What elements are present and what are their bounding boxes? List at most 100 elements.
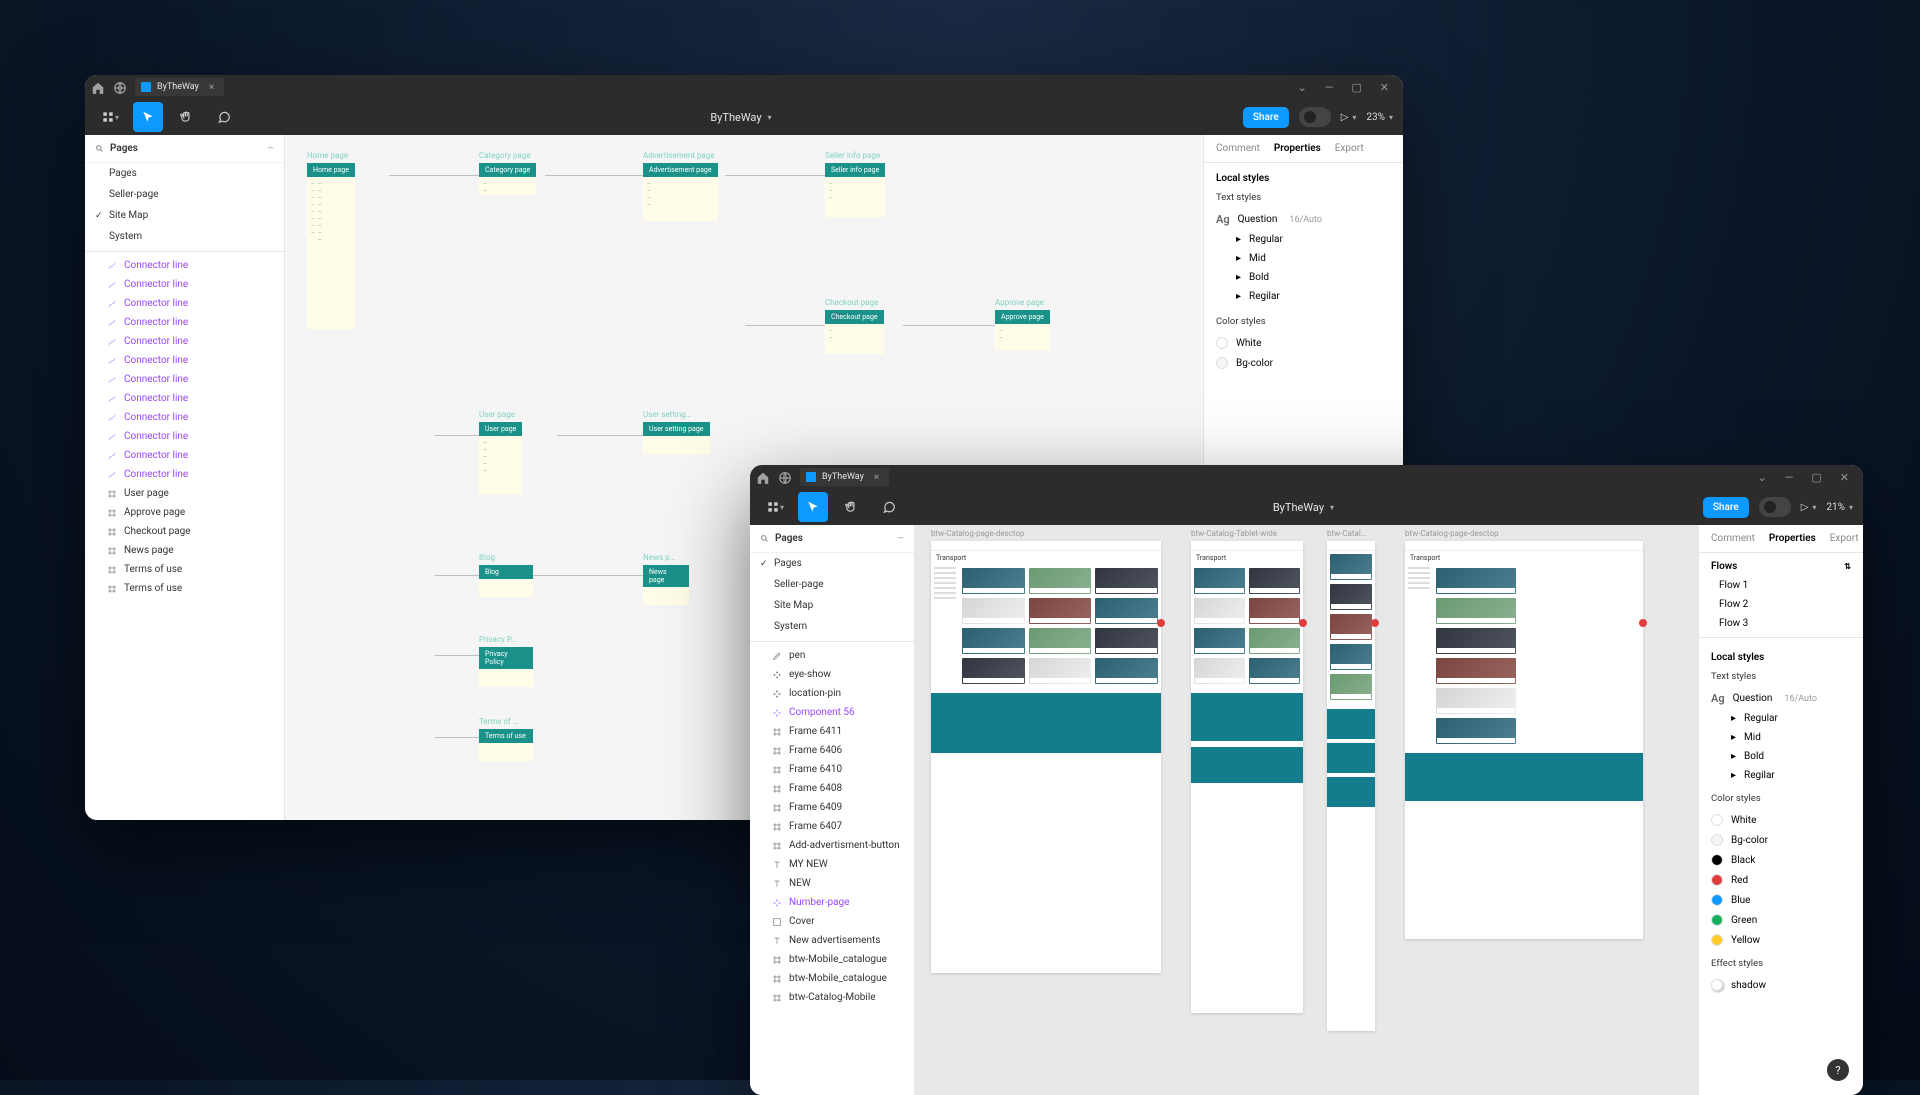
comment-tool-button[interactable]	[209, 102, 239, 132]
card-terms[interactable]: Terms of use	[479, 729, 533, 761]
frame-label-news[interactable]: News p…	[643, 553, 675, 562]
color-style-item[interactable]: Black	[1711, 850, 1851, 870]
sidebar-page[interactable]: Site Map	[85, 205, 284, 226]
card-privacy[interactable]: Privacy Policy	[479, 647, 533, 687]
share-button[interactable]: Share	[1703, 497, 1749, 518]
main-menu-button[interactable]: ▾	[95, 102, 125, 132]
design-frame-desktop[interactable]: Transport	[931, 541, 1161, 973]
card-checkout[interactable]: Checkout page——	[825, 310, 884, 354]
layer-connector-line[interactable]: Connector line	[85, 332, 284, 351]
color-style-item[interactable]: White	[1711, 810, 1851, 830]
sidebar-page[interactable]: System	[85, 226, 284, 247]
layer-item[interactable]: Frame 6411	[750, 722, 914, 741]
card-approve[interactable]: Approve page——	[995, 310, 1050, 350]
layer-item[interactable]: btw-Catalog-Mobile	[750, 988, 914, 1007]
card-settings[interactable]: User setting page	[643, 422, 710, 454]
layer-item[interactable]: btw-Mobile_catalogue	[750, 950, 914, 969]
text-style-question[interactable]: Ag Question 16/Auto	[1216, 209, 1391, 230]
card-category[interactable]: Category page——	[479, 163, 536, 195]
layer-item[interactable]: Frame 6406	[750, 741, 914, 760]
layer-connector-line[interactable]: Connector line	[85, 370, 284, 389]
layer-item[interactable]: Frame 6408	[750, 779, 914, 798]
text-style-item[interactable]: ▸Regular	[1216, 230, 1391, 249]
color-style-item[interactable]: White	[1216, 333, 1391, 353]
canvas[interactable]: btw-Catalog-page-desctop Transport btw-C…	[915, 525, 1698, 1095]
layers-sidebar[interactable]: Pages — PagesSeller-pageSite MapSystem p…	[750, 525, 915, 1095]
text-style-item[interactable]: ▸Mid	[1216, 249, 1391, 268]
layer-item[interactable]: Cover	[750, 912, 914, 931]
properties-panel[interactable]: Comment Properties Export Flows⇅ Flow 1F…	[1698, 525, 1863, 1095]
layer-item[interactable]: News page	[85, 541, 284, 560]
frame-label-ad[interactable]: Advertisement page	[643, 151, 715, 160]
pages-header[interactable]: Pages —	[750, 525, 914, 553]
design-frame-mobile[interactable]	[1327, 541, 1375, 1031]
frame-label-seller[interactable]: Seller info page	[825, 151, 880, 160]
tab-bytheway[interactable]: ByTheWay ×	[800, 468, 889, 486]
color-style-item[interactable]: Bg-color	[1711, 830, 1851, 850]
layer-connector-line[interactable]: Connector line	[85, 351, 284, 370]
close-button[interactable]: ✕	[1380, 82, 1389, 93]
frame-label-privacy[interactable]: Privacy P…	[479, 635, 516, 644]
tab-comment[interactable]: Comment	[1216, 143, 1260, 154]
maximize-button[interactable]: ▢	[1811, 472, 1821, 483]
doc-title[interactable]: ByTheWay▾	[247, 111, 1235, 124]
text-style-question[interactable]: Ag Question 16/Auto	[1711, 688, 1851, 709]
frame-label-home[interactable]: Home page	[307, 151, 348, 160]
color-style-item[interactable]: Green	[1711, 910, 1851, 930]
layer-item[interactable]: Terms of use	[85, 579, 284, 598]
layer-connector-line[interactable]: Connector line	[85, 275, 284, 294]
text-style-item[interactable]: ▸Regilar	[1711, 766, 1851, 785]
globe-icon[interactable]	[778, 470, 792, 484]
text-style-item[interactable]: ▸Mid	[1711, 728, 1851, 747]
frame-label-desktop2[interactable]: btw-Catalog-page-desctop	[1405, 529, 1499, 538]
frame-label-terms[interactable]: Terms of …	[479, 717, 518, 726]
card-user[interactable]: User page—————	[479, 422, 522, 494]
layer-item[interactable]: New advertisements	[750, 931, 914, 950]
text-style-item[interactable]: ▸Regilar	[1216, 287, 1391, 306]
color-style-item[interactable]: Yellow	[1711, 930, 1851, 950]
layer-item[interactable]: Frame 6409	[750, 798, 914, 817]
frame-label-mobile[interactable]: btw-Catal…	[1327, 529, 1366, 538]
layer-connector-line[interactable]: Connector line	[85, 389, 284, 408]
layer-connector-line[interactable]: Connector line	[85, 294, 284, 313]
help-button[interactable]: ?	[1827, 1059, 1849, 1081]
layer-item[interactable]: Component 56	[750, 703, 914, 722]
sidebar-page[interactable]: Seller-page	[85, 184, 284, 205]
tab-bytheway[interactable]: ByTheWay ×	[135, 78, 224, 96]
flow-item[interactable]: Flow 1	[1699, 576, 1863, 595]
present-button[interactable]: ▷ ▾	[1341, 112, 1357, 123]
flows-heading[interactable]: Flows⇅	[1699, 553, 1863, 576]
layer-connector-line[interactable]: Connector line	[85, 313, 284, 332]
move-tool-button[interactable]	[798, 492, 828, 522]
layer-item[interactable]: Number-page	[750, 893, 914, 912]
collapse-icon[interactable]: —	[267, 144, 274, 154]
share-button[interactable]: Share	[1243, 107, 1289, 128]
chevron-down-icon[interactable]: ⌄	[1758, 472, 1767, 483]
home-icon[interactable]	[91, 80, 105, 94]
close-icon[interactable]: ×	[874, 472, 879, 483]
sidebar-page[interactable]: Site Map	[750, 595, 914, 616]
move-tool-button[interactable]	[133, 102, 163, 132]
hand-tool-button[interactable]	[836, 492, 866, 522]
sidebar-page[interactable]: Pages	[85, 163, 284, 184]
sidebar-page[interactable]: System	[750, 616, 914, 637]
frame-label-category[interactable]: Category page	[479, 151, 531, 160]
minimize-button[interactable]: —	[1785, 472, 1794, 483]
frame-label-checkout[interactable]: Checkout page	[825, 298, 878, 307]
present-button[interactable]: ▷ ▾	[1801, 502, 1817, 513]
layer-connector-line[interactable]: Connector line	[85, 408, 284, 427]
layer-item[interactable]: Frame 6410	[750, 760, 914, 779]
text-style-item[interactable]: ▸Regular	[1711, 709, 1851, 728]
card-home[interactable]: Home page —————————————————	[307, 163, 355, 329]
layer-item[interactable]: eye-show	[750, 665, 914, 684]
layer-connector-line[interactable]: Connector line	[85, 256, 284, 275]
layer-item[interactable]: Terms of use	[85, 560, 284, 579]
globe-icon[interactable]	[113, 80, 127, 94]
tab-properties[interactable]: Properties	[1769, 533, 1816, 544]
card-blog[interactable]: Blog	[479, 565, 533, 597]
layer-item[interactable]: Add-advertisment-button	[750, 836, 914, 855]
color-style-item[interactable]: Red	[1711, 870, 1851, 890]
tab-export[interactable]: Export	[1830, 533, 1859, 544]
main-menu-button[interactable]: ▾	[760, 492, 790, 522]
color-style-item[interactable]: Bg-color	[1216, 353, 1391, 373]
